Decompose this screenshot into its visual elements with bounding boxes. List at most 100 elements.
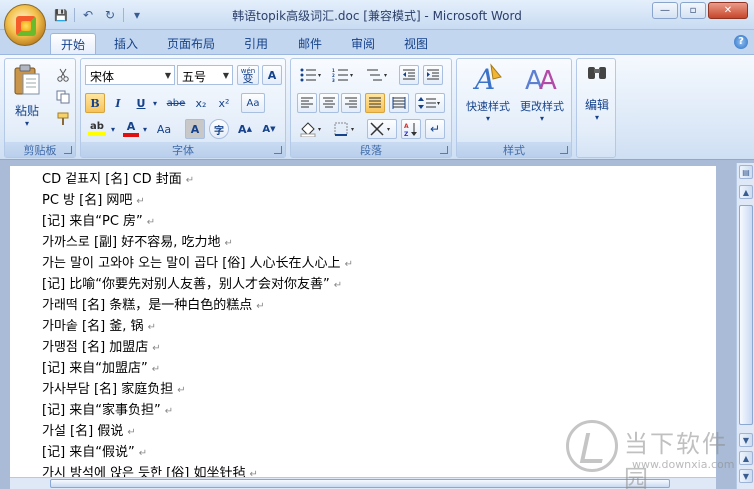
document-line[interactable]: 가까스로 [副] 好不容易, 吃力地 ↵ (42, 231, 233, 250)
document-line[interactable]: 가는 말이 고와야 오는 말이 곱다 [俗] 人心长在人心上 ↵ (42, 252, 353, 271)
change-styles-label: 更改样式 (520, 100, 564, 113)
shrink-font-letter: A (262, 123, 271, 135)
window-controls: — ▫ ✕ (652, 2, 748, 19)
change-styles-icon: AA (525, 66, 557, 96)
increase-indent-icon[interactable] (423, 65, 443, 85)
document-line[interactable]: 가설 [名] 假说 ↵ (42, 420, 136, 439)
svg-text:▾: ▾ (387, 126, 390, 133)
multilevel-list-icon[interactable]: ▾ (363, 65, 391, 85)
change-styles-button[interactable]: AA 更改样式 ▾ (515, 61, 569, 135)
font-launcher-icon[interactable] (274, 146, 282, 154)
tab-insert[interactable]: 插入 (104, 33, 148, 54)
scroll-up-icon[interactable]: ▲ (739, 185, 753, 199)
tab-view[interactable]: 视图 (394, 33, 438, 54)
close-button[interactable]: ✕ (708, 2, 748, 19)
underline-button[interactable]: U (131, 93, 151, 113)
document-line[interactable]: 가사부담 [名] 家庭负担 ↵ (42, 378, 186, 397)
character-border-button[interactable]: A (262, 65, 282, 85)
line-text: [记] 来自“PC 房” (42, 214, 143, 229)
document-line[interactable]: [记] 比喻“你要先对别人友善，别人才会对你友善” ↵ (42, 273, 342, 292)
font-name-dropdown-icon[interactable]: ▼ (162, 66, 174, 84)
line-text: 가마솥 [名] 釜, 锅 (42, 319, 144, 334)
shading-icon[interactable]: ▾ (297, 119, 327, 139)
cut-icon[interactable] (53, 65, 73, 85)
subscript-button[interactable]: x₂ (191, 93, 211, 113)
format-painter-icon[interactable] (53, 109, 73, 129)
document-line[interactable]: [记] 来自“PC 房” ↵ (42, 210, 155, 229)
superscript-button[interactable]: x² (214, 93, 234, 113)
numbering-icon[interactable]: 1 2 3 ▾ (329, 65, 357, 85)
copy-icon[interactable] (53, 87, 73, 107)
tab-references[interactable]: 引用 (234, 33, 278, 54)
ruler-toggle-icon[interactable]: ▤ (739, 165, 753, 179)
paragraph-mark-icon: ↵ (224, 238, 233, 249)
document-line[interactable]: PC 방 [名] 网吧 ↵ (42, 189, 145, 208)
font-size-combo[interactable]: 五号 ▼ (177, 65, 233, 85)
italic-button[interactable]: I (108, 93, 128, 113)
document-line[interactable]: 가래떡 [名] 条糕，是一种白色的糕点 ↵ (42, 294, 265, 313)
grow-font-letter: A (238, 122, 247, 136)
font-size-dropdown-icon[interactable]: ▼ (220, 66, 232, 84)
phonetic-guide-button[interactable]: wén 变 (237, 65, 259, 85)
paragraph-mark-icon: ↵ (146, 217, 156, 228)
clear-formatting-button[interactable]: Aa (241, 93, 265, 113)
borders-icon[interactable]: ▾ (331, 119, 361, 139)
help-icon[interactable]: ? (734, 35, 748, 49)
document-line[interactable]: [记] 来自“加盟店” ↵ (42, 357, 160, 376)
strikethrough-button[interactable]: abe (163, 93, 189, 113)
editing-dropdown-icon[interactable]: ▾ (579, 113, 615, 122)
paragraph-mark-icon: ↵ (136, 196, 145, 207)
shrink-font-button[interactable]: A ▼ (259, 119, 279, 139)
character-shading-button[interactable]: A (185, 119, 205, 139)
bold-button[interactable]: B (85, 93, 105, 113)
office-button[interactable] (4, 4, 46, 46)
show-formatting-marks-icon[interactable]: ↵ (425, 119, 445, 139)
bullets-icon[interactable]: ▾ (297, 65, 325, 85)
font-color-dropdown-icon[interactable]: ▾ (141, 119, 149, 139)
tab-mailings[interactable]: 邮件 (288, 33, 332, 54)
paste-button[interactable]: 粘贴 ▾ (9, 63, 45, 133)
align-right-icon[interactable] (341, 93, 361, 113)
paragraph-launcher-icon[interactable] (440, 146, 448, 154)
underline-dropdown-icon[interactable]: ▾ (151, 93, 159, 113)
distributed-icon[interactable] (389, 93, 409, 113)
document-line[interactable]: 가맹점 [名] 加盟店 ↵ (42, 336, 161, 355)
highlight-dropdown-icon[interactable]: ▾ (109, 119, 117, 139)
paste-label: 粘贴 (14, 104, 39, 118)
grow-font-button[interactable]: A ▲ (235, 119, 255, 139)
justify-icon[interactable] (365, 93, 385, 113)
minimize-button[interactable]: — (652, 2, 678, 19)
tab-review[interactable]: 审阅 (341, 33, 385, 54)
align-center-icon[interactable] (319, 93, 339, 113)
sort-icon[interactable]: AZ (401, 119, 421, 139)
enclose-characters-button[interactable]: 字 (209, 119, 229, 139)
paste-dropdown-icon[interactable]: ▾ (9, 119, 45, 128)
quick-styles-button[interactable]: A 快速样式 ▾ (461, 61, 515, 135)
document-line[interactable]: CD 겉표지 [名] CD 封面 ↵ (42, 168, 194, 187)
font-name-combo[interactable]: 宋体 ▼ (85, 65, 175, 85)
styles-launcher-icon[interactable] (560, 146, 568, 154)
tab-page-layout[interactable]: 页面布局 (157, 33, 225, 54)
line-spacing-icon[interactable]: ▾ (415, 93, 445, 113)
document-line[interactable]: [记] 来自“家事负担” ↵ (42, 399, 173, 418)
clipboard-launcher-icon[interactable] (64, 146, 72, 154)
svg-text:3: 3 (332, 78, 335, 82)
text-highlight-button[interactable]: ab (85, 119, 109, 139)
change-styles-dropdown-icon[interactable]: ▾ (515, 114, 569, 123)
tab-home[interactable]: 开始 (50, 33, 97, 54)
document-line[interactable]: 가마솥 [名] 釜, 锅 ↵ (42, 315, 156, 334)
change-case-button[interactable]: Aa (151, 119, 177, 139)
font-color-button[interactable]: A (121, 119, 141, 139)
styles-group: A 快速样式 ▾ AA 更改样式 ▾ 样式 (456, 58, 572, 158)
quick-styles-dropdown-icon[interactable]: ▾ (461, 114, 515, 123)
font-group: 宋体 ▼ 五号 ▼ wén 变 A B I U ▾ abe x₂ x² Aa a… (80, 58, 286, 158)
decrease-indent-icon[interactable] (399, 65, 419, 85)
editing-button[interactable]: 编辑 ▾ (579, 63, 615, 135)
chinese-layout-icon[interactable]: ▾ (367, 119, 397, 139)
office-logo-icon (16, 16, 36, 36)
restore-button[interactable]: ▫ (680, 2, 706, 19)
vertical-scroll-thumb[interactable] (739, 205, 753, 425)
paragraph-mark-icon: ↵ (164, 406, 174, 417)
align-left-icon[interactable] (297, 93, 317, 113)
document-line[interactable]: [记] 来自“假说” ↵ (42, 441, 147, 460)
